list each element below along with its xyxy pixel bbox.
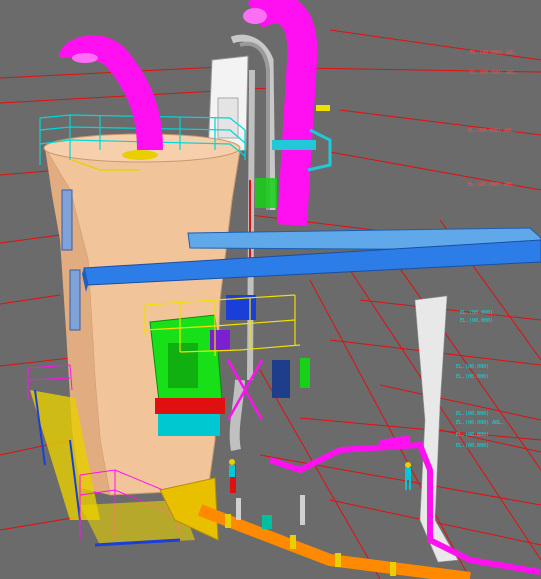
plant-3d-scene: EL.(00.000) ABL. EL.(00.000) ABL. EL.(00…	[0, 0, 541, 579]
3d-model-viewport[interactable]: EL.(00.000) ABL. EL.(00.000) ABL. EL.(00…	[0, 0, 541, 579]
elevation-label: EL.(00.000)	[456, 374, 489, 380]
elevation-label: EL.(00.000)	[456, 443, 489, 449]
elevation-label: EL.(00.000)	[456, 432, 489, 438]
elevation-label: EL.(00.000) ABL.	[470, 70, 518, 76]
magenta-pipe	[230, 435, 541, 575]
elevation-label: EL.(00.000)	[460, 310, 493, 316]
elevation-label: EL.(00.000) ABL.	[456, 420, 504, 426]
elevation-label: EL.(00.000)	[460, 318, 493, 324]
elevation-label: EL.(00.000) ABL.	[468, 182, 516, 188]
elevation-label: EL.(00.000)	[456, 411, 489, 417]
elevation-label: EL.(00.000)	[456, 364, 489, 370]
elevation-label: EL.(00.000) ABL.	[468, 128, 516, 134]
elevation-label: EL.(00.000) ABL.	[470, 50, 518, 56]
